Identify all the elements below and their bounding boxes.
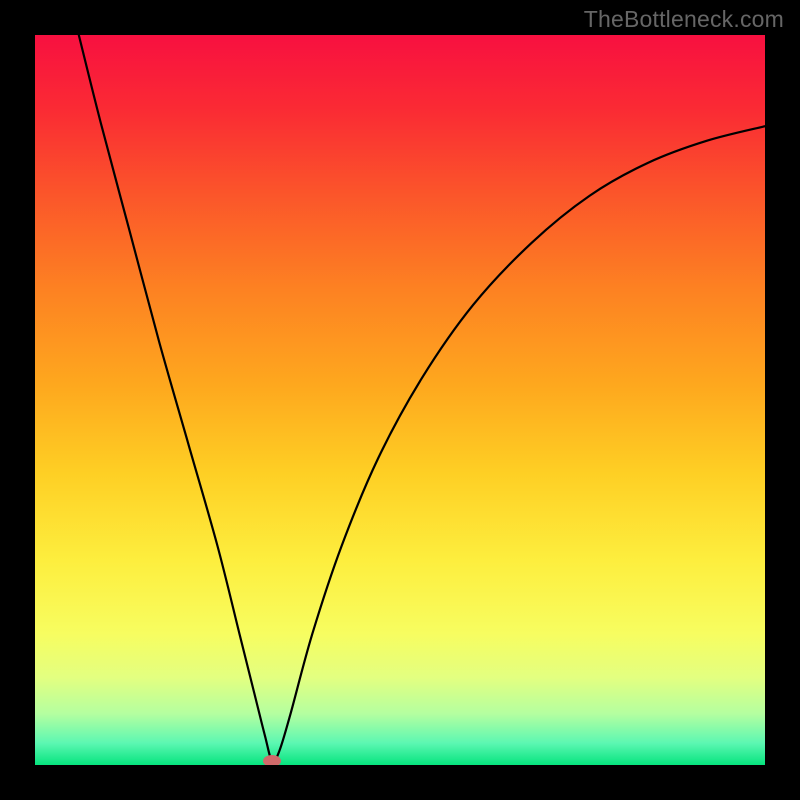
bottleneck-curve bbox=[35, 35, 765, 765]
chart-frame: TheBottleneck.com bbox=[0, 0, 800, 800]
watermark-text: TheBottleneck.com bbox=[584, 6, 784, 33]
plot-area bbox=[35, 35, 765, 765]
optimal-point-marker bbox=[263, 755, 281, 765]
